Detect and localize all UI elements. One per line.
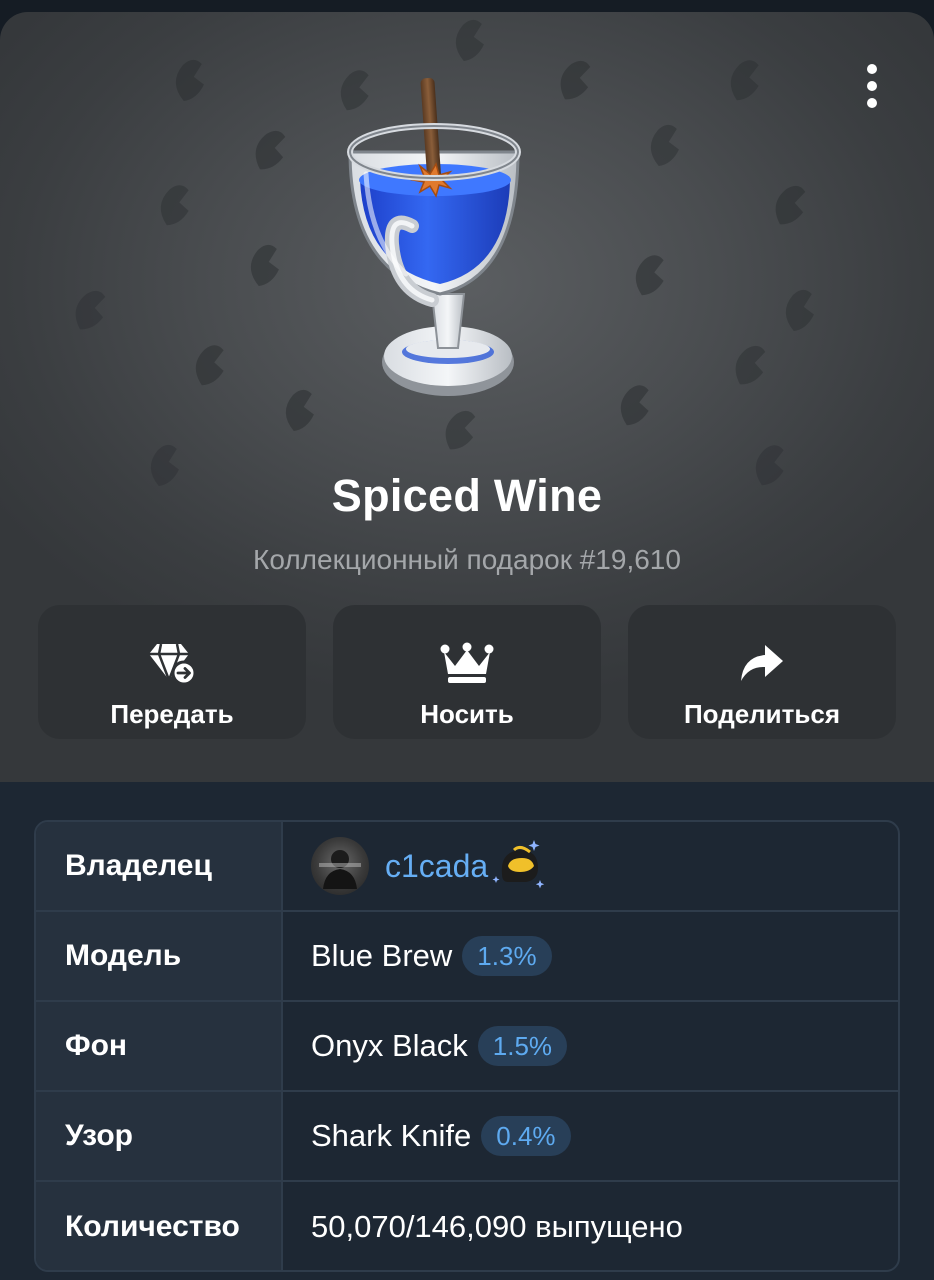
pattern-knife-shape	[620, 385, 649, 426]
crown-icon	[440, 639, 494, 687]
transfer-button-label: Передать	[110, 699, 234, 729]
helmet-emoji-status-icon	[492, 840, 545, 889]
quantity-key: Количество	[36, 1182, 283, 1270]
model-name: Blue Brew	[311, 938, 453, 973]
owner-name-link[interactable]: c1cada	[385, 848, 488, 885]
backdrop-key: Фон	[36, 1002, 283, 1090]
wear-button-label: Носить	[420, 699, 514, 729]
pattern-knife-shape	[285, 389, 314, 432]
pattern-knife-shape	[75, 290, 106, 330]
pattern-knife-shape	[445, 410, 476, 450]
pattern-knife-shape	[250, 244, 279, 287]
pattern-knife-shape	[195, 345, 224, 386]
model-rarity-badge[interactable]: 1.3%	[462, 936, 552, 976]
details-row-model: Модель Blue Brew 1.3%	[36, 912, 898, 1002]
pattern-knife-shape	[650, 124, 679, 167]
share-button[interactable]: Поделиться	[628, 605, 896, 739]
pattern-knife-shape	[160, 185, 189, 226]
quantity-value: 50,070/146,090 выпущено	[311, 1209, 683, 1244]
wear-button[interactable]: Носить	[333, 605, 601, 739]
owner-key: Владелец	[36, 822, 283, 910]
share-button-label: Поделиться	[683, 699, 841, 729]
pattern-knife-shape	[735, 345, 766, 385]
more-vertical-icon-dot	[867, 98, 877, 108]
pattern-knife-shape	[455, 19, 484, 62]
pattern-knife-shape	[730, 60, 759, 101]
owner-value: c1cada	[283, 822, 898, 910]
gift-title: Spiced Wine	[331, 470, 603, 521]
gift-subtitle: Коллекционный подарок #19,610	[253, 544, 681, 575]
gift-details-section: Владелец c1cada Модель Blue Brew 1.3% Фо…	[0, 782, 934, 1280]
gift-hero: Spiced Wine Коллекционный подарок #19,61…	[0, 12, 934, 782]
pattern-knife-shape	[785, 289, 814, 332]
more-menu-button[interactable]	[854, 56, 890, 116]
model-key: Модель	[36, 912, 283, 1000]
pattern-value: Shark Knife 0.4%	[283, 1092, 898, 1180]
transfer-button[interactable]: Передать	[38, 605, 306, 739]
backdrop-value: Onyx Black 1.5%	[283, 1002, 898, 1090]
gift-details-table: Владелец c1cada Модель Blue Brew 1.3% Фо…	[34, 820, 900, 1272]
model-value: Blue Brew 1.3%	[283, 912, 898, 1000]
share-arrow-icon	[735, 639, 789, 687]
user-avatar[interactable]	[311, 837, 369, 895]
details-row-backdrop: Фон Onyx Black 1.5%	[36, 1002, 898, 1092]
more-vertical-icon-dot	[867, 81, 877, 91]
pattern-name: Shark Knife	[311, 1118, 472, 1153]
pattern-knife-shape	[775, 185, 806, 225]
details-row-owner: Владелец c1cada	[36, 822, 898, 912]
backdrop-name: Onyx Black	[311, 1028, 468, 1063]
spiced-wine-gift-image	[347, 77, 521, 396]
details-row-quantity: Количество 50,070/146,090 выпущено	[36, 1182, 898, 1270]
pattern-knife-shape	[175, 59, 204, 102]
pattern-knife-shape	[635, 255, 664, 296]
diamond-transfer-icon	[145, 639, 199, 687]
details-row-pattern: Узор Shark Knife 0.4%	[36, 1092, 898, 1182]
pattern-knife-shape	[255, 130, 286, 170]
backdrop-rarity-badge[interactable]: 1.5%	[477, 1026, 568, 1066]
more-vertical-icon-dot	[867, 64, 877, 74]
pattern-key: Узор	[36, 1092, 283, 1180]
pattern-rarity-badge[interactable]: 0.4%	[481, 1116, 571, 1156]
